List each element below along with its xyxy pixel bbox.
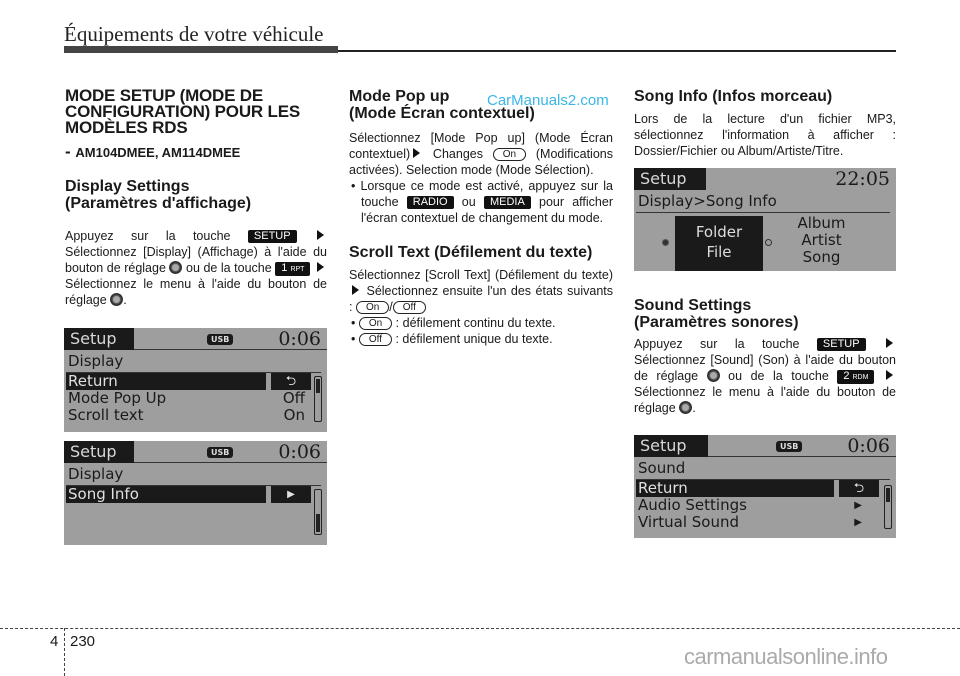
arrow-icon: [885, 338, 893, 348]
chapter-number: 4: [50, 633, 59, 650]
radio-selected-icon[interactable]: [662, 239, 669, 246]
scroll-text-title: Scroll Text (Défilement du texte): [349, 244, 593, 261]
rdm-key: 2 RDM: [837, 370, 875, 384]
clock: 0:06: [847, 435, 890, 457]
menu-item-mode-pop-up[interactable]: Mode Pop Up: [66, 390, 166, 407]
off-pill: Off: [358, 333, 393, 346]
display-settings-title: Display Settings (Paramètres d'affichage…: [65, 178, 252, 212]
header-rule: [338, 50, 896, 52]
page-number: 230: [70, 633, 96, 650]
off-pill: Off: [392, 301, 426, 314]
scroll-text-text: Sélectionnez [Scroll Text] (Défilement d…: [349, 268, 613, 314]
return-icon[interactable]: ⮌: [271, 373, 311, 390]
scrollbar[interactable]: [314, 376, 322, 422]
screen-subtitle: Display: [68, 465, 124, 483]
radio-key: RADIO: [406, 196, 454, 209]
screen-tab: Setup: [64, 328, 134, 350]
page-header-title: Équipements de votre véhicule: [64, 22, 324, 46]
watermark-text: carmanualsonline.info: [684, 644, 888, 669]
song-info-text: Lors de la lecture d'un fichier MP3, sél…: [634, 112, 896, 158]
menu-item-return[interactable]: Return: [636, 480, 834, 497]
screen-tab: Setup: [634, 435, 708, 457]
arrow-icon: [316, 230, 324, 240]
return-icon[interactable]: ⮌: [839, 480, 879, 497]
arrow-icon: [316, 262, 324, 272]
list-item: • Off : défilement unique du texte.: [351, 332, 553, 346]
clock: 0:06: [278, 441, 321, 463]
menu-item-virtual-sound[interactable]: Virtual Sound: [636, 514, 739, 531]
scrollbar[interactable]: [884, 485, 892, 529]
chevron-right-icon: ▶: [854, 517, 862, 528]
screen-subtitle: Display>Song Info: [638, 192, 777, 210]
arrow-icon: [352, 285, 359, 295]
usb-icon: USB: [207, 334, 234, 345]
mode-pop-up-text: Sélectionnez [Mode Pop up] (Mode Écran c…: [349, 131, 613, 177]
option-album-artist-song[interactable]: Album Artist Song: [784, 215, 859, 266]
on-pill: On: [358, 317, 393, 330]
display-screen-2: Setup USB 0:06 Display Song Info ▶: [64, 441, 327, 545]
clock: 0:06: [278, 328, 321, 350]
tune-knob-icon: [110, 293, 124, 306]
column-right: Song Info (Infos morceau) Lors de la lec…: [634, 88, 896, 159]
tune-knob-icon: [169, 261, 183, 274]
setup-key: SETUP: [816, 338, 866, 351]
clock: 22:05: [835, 168, 890, 190]
menu-item-scroll-text[interactable]: Scroll text: [66, 407, 144, 424]
usb-icon: USB: [207, 447, 234, 458]
screen-tab: Setup: [64, 441, 134, 463]
tune-knob-icon: [679, 401, 693, 414]
tune-knob-icon: [706, 369, 720, 382]
on-pill: On: [492, 148, 527, 161]
arrow-icon: [413, 148, 421, 158]
usb-icon: USB: [776, 441, 803, 452]
menu-value: Off: [282, 389, 305, 407]
rpt-key: 1 RPT: [275, 262, 311, 276]
menu-item-song-info[interactable]: Song Info: [66, 486, 266, 503]
menu-value: On: [283, 406, 305, 424]
screen-subtitle: Display: [68, 352, 124, 370]
menu-item-audio-settings[interactable]: Audio Settings: [636, 497, 747, 514]
menu-item-return[interactable]: Return: [66, 373, 266, 390]
models-subtitle: - AM104DMEE, AM114DMEE: [65, 142, 241, 161]
sound-screen: Setup USB 0:06 Sound Return ⮌ Audio Sett…: [634, 435, 896, 538]
mode-pop-up-bullets: • Lorsque ce mode est activé, appuyez su…: [349, 178, 613, 226]
sound-settings-title: Sound Settings (Paramètres sonores): [634, 297, 799, 331]
arrow-icon: [885, 370, 893, 380]
list-item: • Lorsque ce mode est activé, appuyez su…: [351, 179, 613, 225]
list-item: • On : défilement continu du texte.: [351, 316, 556, 330]
display-screen-1: Setup USB 0:06 Display Return ⮌ Mode Pop…: [64, 328, 327, 432]
sound-section: Sound Settings (Paramètres sonores) Appu…: [634, 297, 896, 416]
mode-pop-up-title: Mode Pop up (Mode Écran contextuel): [349, 88, 535, 122]
sound-instructions: Appuyez sur la touche SETUP Sélectionnez…: [634, 337, 896, 415]
song-info-title: Song Info (Infos morceau): [634, 88, 833, 105]
on-pill: On: [355, 301, 390, 314]
footer-divider: [64, 628, 65, 676]
display-instructions: Appuyez sur la touche SETUP Sélectionnez…: [65, 229, 327, 307]
header-bar: [64, 46, 338, 53]
screen-tab: Setup: [634, 168, 706, 190]
column-left: MODE SETUP (MODE DE CONFIGURATION) POUR …: [65, 86, 327, 308]
option-folder-file[interactable]: Folder File: [675, 216, 763, 271]
radio-unselected-icon[interactable]: [765, 239, 772, 246]
column-middle: Mode Pop up (Mode Écran contextuel) Séle…: [349, 88, 613, 347]
footer-rule: [0, 628, 960, 629]
screen-subtitle: Sound: [638, 459, 686, 477]
scrollbar[interactable]: [314, 489, 322, 535]
chevron-right-icon[interactable]: ▶: [271, 486, 311, 503]
section-title: MODE SETUP (MODE DE CONFIGURATION) POUR …: [65, 86, 300, 137]
setup-key: SETUP: [247, 230, 297, 243]
media-key: MEDIA: [483, 196, 531, 209]
scroll-text-bullets: • On : défilement continu du texte. • Of…: [349, 315, 613, 347]
song-info-screen: Setup 22:05 Display>Song Info Folder Fil…: [634, 168, 896, 271]
chevron-right-icon: ▶: [854, 500, 862, 511]
